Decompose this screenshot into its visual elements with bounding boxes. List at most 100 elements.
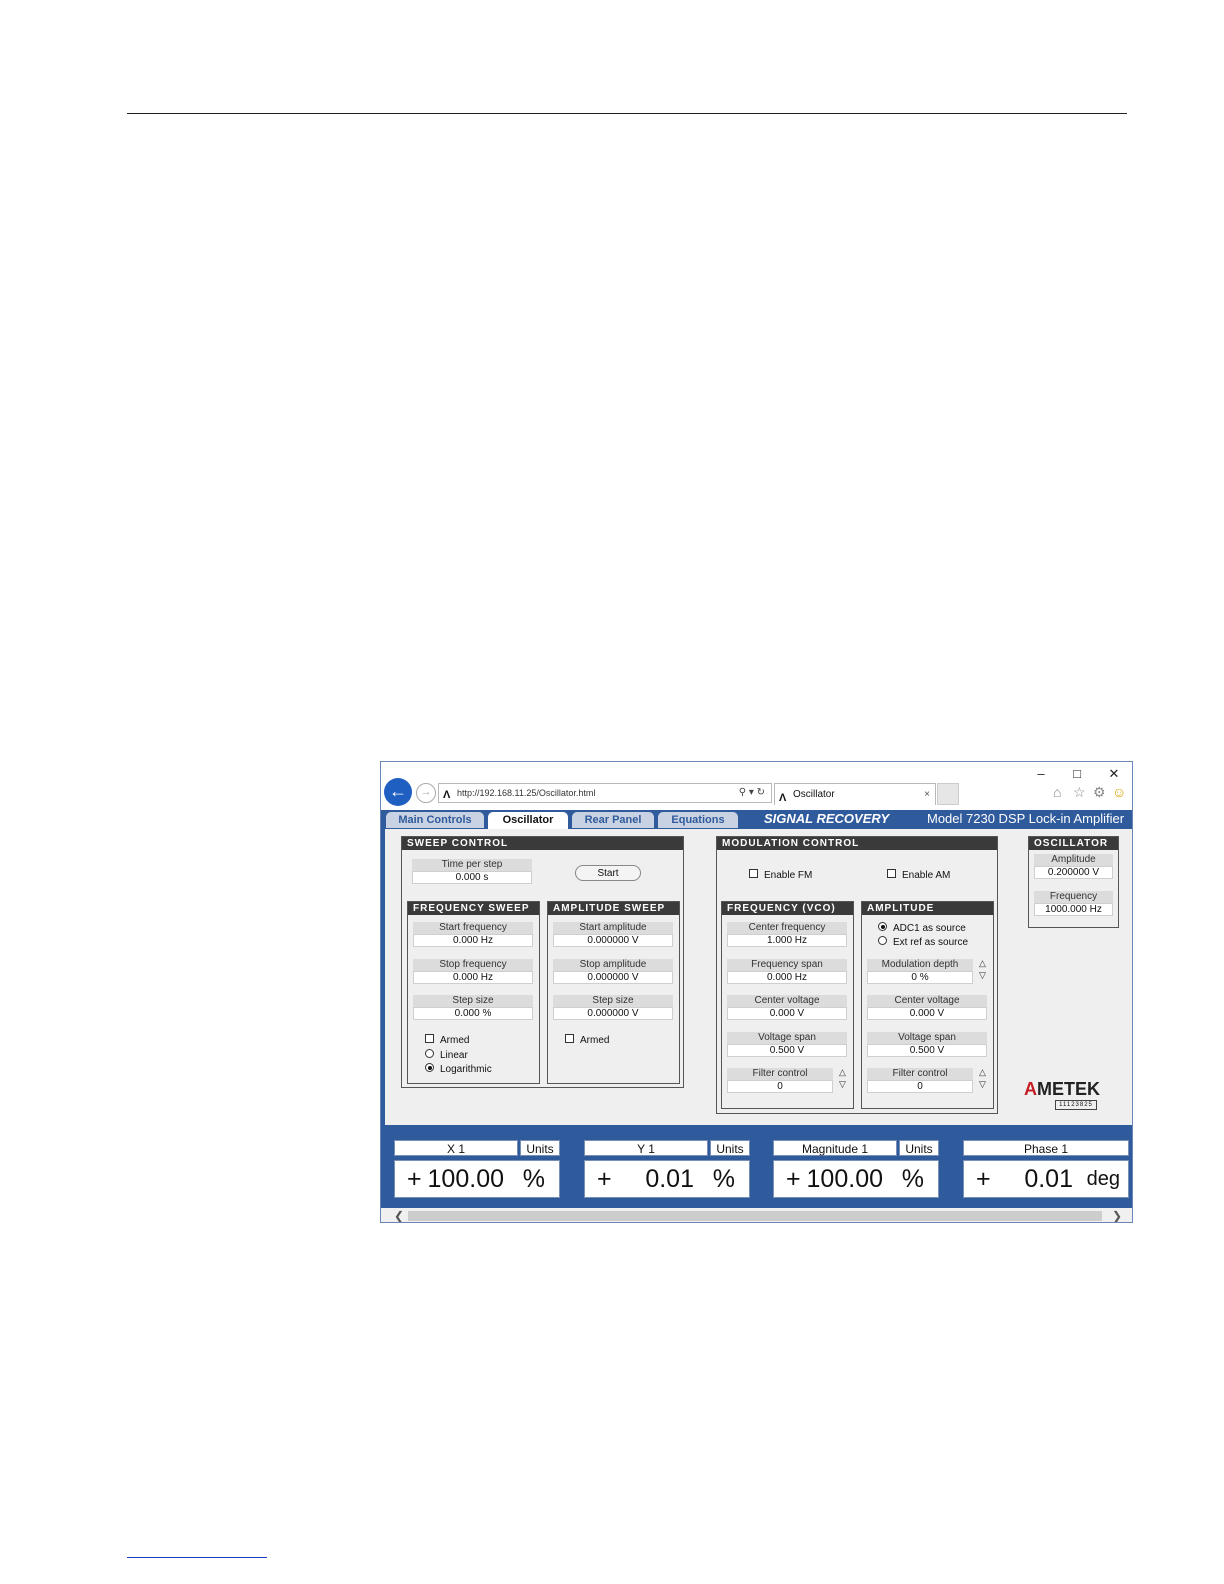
start-frequency-label: Start frequency [413, 922, 533, 934]
minimize-button[interactable]: – [1031, 766, 1051, 781]
readout-unit: % [522, 1165, 545, 1193]
spin-down-icon[interactable]: ▽ [977, 969, 988, 981]
linear-radio[interactable]: Linear [425, 1049, 468, 1061]
frequency-span-input[interactable]: 0.000 Hz [727, 971, 847, 984]
am-center-voltage-field: Center voltage 0.000 V [867, 995, 987, 1020]
readout-x1: X 1 Units + 100.00 % [394, 1140, 560, 1200]
amplitude-step-size-input[interactable]: 0.000000 V [553, 1007, 673, 1020]
start-amplitude-label: Start amplitude [553, 922, 673, 934]
oscillator-frequency-input[interactable]: 1000.000 Hz [1034, 903, 1113, 916]
settings-gear-icon[interactable]: ⚙ [1093, 784, 1106, 801]
modulation-control-heading: Modulation Control [717, 837, 997, 850]
vco-center-voltage-label: Center voltage [727, 995, 847, 1007]
frequency-armed-checkbox[interactable]: Armed [425, 1034, 469, 1046]
units-button[interactable]: Units [899, 1140, 939, 1156]
spin-down-icon[interactable]: ▽ [977, 1078, 988, 1090]
model-name: Model 7230 DSP Lock-in Amplifier [927, 811, 1125, 826]
scrollbar-thumb[interactable] [408, 1211, 1102, 1221]
vco-filter-spinner[interactable]: △ ▽ [837, 1066, 848, 1092]
start-amplitude-input[interactable]: 0.000000 V [553, 934, 673, 947]
readout-sign: + [597, 1165, 612, 1193]
ametek-logo: AMETEK [1024, 1079, 1100, 1100]
readout-label: Y 1 [584, 1140, 708, 1156]
readout-value-box: + 0.01 % [584, 1160, 750, 1198]
units-button[interactable]: Units [520, 1140, 560, 1156]
time-per-step-input[interactable]: 0.000 s [412, 871, 532, 884]
logarithmic-radio[interactable]: Logarithmic [425, 1063, 492, 1075]
start-amplitude-field: Start amplitude 0.000000 V [553, 922, 673, 947]
feedback-smiley-icon[interactable]: ☺ [1112, 784, 1126, 800]
modulation-depth-input[interactable]: 0 % [867, 971, 973, 984]
sweep-control-group: Sweep Control Time per step 0.000 s Star… [401, 836, 684, 1088]
footer-link-rule [127, 1557, 267, 1558]
modulation-depth-spinner[interactable]: △ ▽ [977, 957, 988, 983]
checkbox-box [887, 869, 896, 878]
new-tab-button[interactable] [937, 783, 959, 805]
enable-fm-checkbox[interactable]: Enable FM [749, 869, 812, 881]
frequency-sweep-heading: Frequency Sweep [408, 902, 539, 915]
tab-oscillator[interactable]: Oscillator [488, 812, 568, 829]
vco-filter-control-input[interactable]: 0 [727, 1080, 833, 1093]
scroll-right-icon[interactable]: ❯ [1112, 1208, 1122, 1222]
brand-name: SIGNAL RECOVERY [764, 811, 890, 826]
vco-voltage-span-label: Voltage span [727, 1032, 847, 1044]
tab-title: Oscillator [793, 789, 835, 800]
am-filter-control-input[interactable]: 0 [867, 1080, 973, 1093]
spin-down-icon[interactable]: ▽ [837, 1078, 848, 1090]
stop-amplitude-input[interactable]: 0.000000 V [553, 971, 673, 984]
horizontal-scrollbar[interactable]: ❮ ❯ [381, 1208, 1132, 1222]
am-filter-spinner[interactable]: △ ▽ [977, 1066, 988, 1092]
readout-sign: + [786, 1165, 801, 1193]
site-favicon-icon: Λ [443, 789, 451, 801]
logo-lead-letter: A [1024, 1079, 1037, 1099]
amplitude-armed-label: Armed [580, 1035, 610, 1046]
ext-ref-source-radio[interactable]: Ext ref as source [878, 936, 968, 948]
spin-up-icon[interactable]: △ [837, 1066, 848, 1078]
tab-equations[interactable]: Equations [658, 812, 738, 828]
oscillator-frequency-label: Frequency [1034, 891, 1113, 903]
scroll-left-icon[interactable]: ❮ [394, 1208, 404, 1222]
ext-ref-source-label: Ext ref as source [893, 937, 969, 948]
frequency-vco-heading: Frequency (VCO) [722, 902, 853, 915]
sweep-start-button[interactable]: Start [575, 865, 641, 881]
readout-number: 0.01 [1024, 1165, 1073, 1193]
oscillator-frequency-field: Frequency 1000.000 Hz [1034, 891, 1113, 916]
am-center-voltage-label: Center voltage [867, 995, 987, 1007]
amplitude-armed-checkbox[interactable]: Armed [565, 1034, 609, 1046]
spin-up-icon[interactable]: △ [977, 957, 988, 969]
maximize-button[interactable]: □ [1067, 766, 1087, 781]
home-icon[interactable]: ⌂ [1053, 784, 1061, 800]
enable-am-checkbox[interactable]: Enable AM [887, 869, 950, 881]
tab-rear-panel[interactable]: Rear Panel [572, 812, 654, 828]
tab-main-controls[interactable]: Main Controls [386, 812, 484, 828]
oscillator-amplitude-input[interactable]: 0.200000 V [1034, 866, 1113, 879]
stop-frequency-input[interactable]: 0.000 Hz [413, 971, 533, 984]
oscillator-amplitude-label: Amplitude [1034, 854, 1113, 866]
address-bar[interactable]: Λ http://192.168.11.25/Oscillator.html ⚲… [438, 783, 772, 803]
stop-amplitude-label: Stop amplitude [553, 959, 673, 971]
favorites-star-icon[interactable]: ☆ [1073, 784, 1086, 801]
amplitude-modulation-group: Amplitude ADC1 as source Ext ref as sour… [861, 901, 994, 1109]
center-frequency-input[interactable]: 1.000 Hz [727, 934, 847, 947]
time-per-step-field: Time per step 0.000 s [412, 859, 532, 884]
am-voltage-span-input[interactable]: 0.500 V [867, 1044, 987, 1057]
am-center-voltage-input[interactable]: 0.000 V [867, 1007, 987, 1020]
back-arrow-icon[interactable]: ← [384, 778, 412, 806]
spin-up-icon[interactable]: △ [977, 1066, 988, 1078]
readout-sign: + [976, 1165, 991, 1193]
search-refresh-icon[interactable]: ⚲ ▾ ↻ [739, 784, 765, 802]
forward-arrow-icon[interactable]: → [416, 783, 436, 803]
start-frequency-input[interactable]: 0.000 Hz [413, 934, 533, 947]
units-button[interactable]: Units [710, 1140, 750, 1156]
tab-favicon-icon: Λ [779, 792, 787, 804]
stop-frequency-field: Stop frequency 0.000 Hz [413, 959, 533, 984]
close-window-button[interactable]: ✕ [1104, 766, 1124, 782]
tab-close-icon[interactable]: × [924, 784, 930, 806]
vco-voltage-span-input[interactable]: 0.500 V [727, 1044, 847, 1057]
center-frequency-field: Center frequency 1.000 Hz [727, 922, 847, 947]
frequency-step-size-input[interactable]: 0.000 % [413, 1007, 533, 1020]
vco-center-voltage-input[interactable]: 0.000 V [727, 1007, 847, 1020]
adc1-source-radio[interactable]: ADC1 as source [878, 922, 966, 934]
browser-tab[interactable]: Λ Oscillator × [774, 783, 936, 805]
readout-number: 100.00 [806, 1165, 883, 1193]
